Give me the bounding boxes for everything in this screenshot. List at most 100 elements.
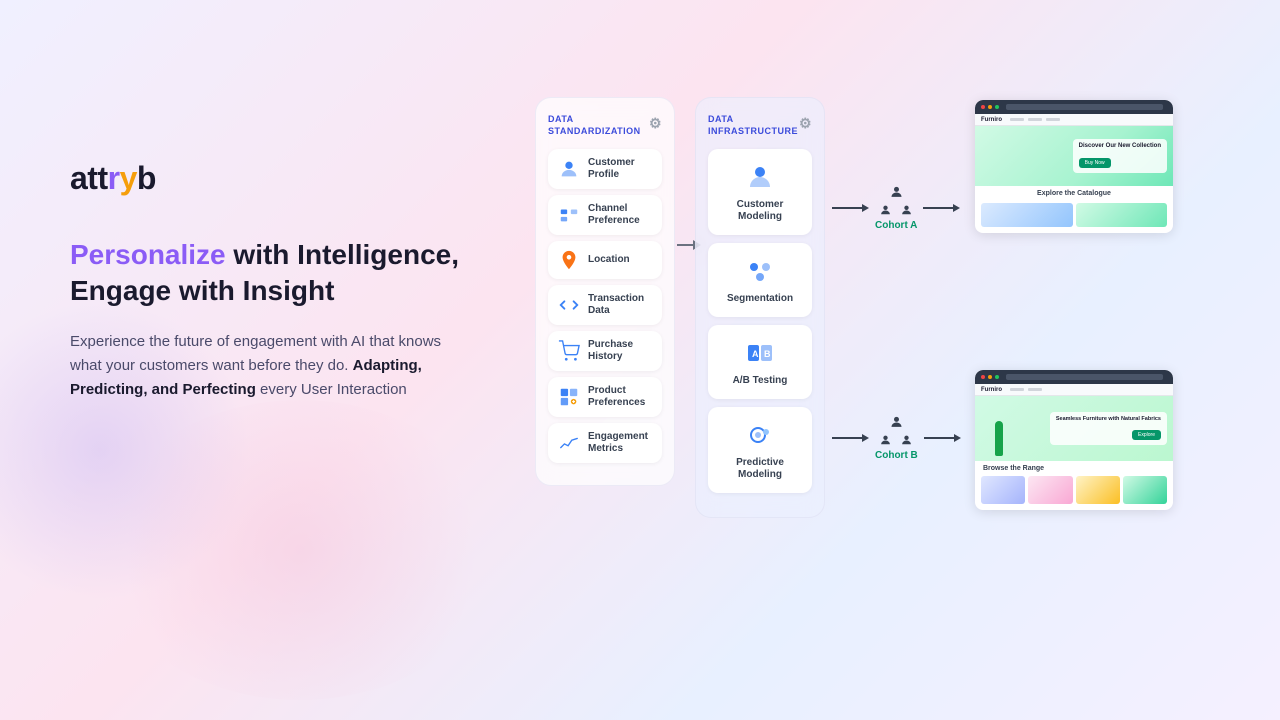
predictive-icon (744, 419, 776, 451)
main-container: attryb Personalize with Intelligence,Eng… (0, 0, 1280, 720)
catalogue-label-1: Explore the Catalogue (975, 186, 1173, 201)
cohort-a-node-2 (900, 204, 913, 217)
card-transaction-data: TransactionData (548, 285, 662, 325)
cohort-b-arrow-line (832, 437, 862, 439)
image-grid-1 (975, 201, 1173, 233)
infra-card-segmentation-label: Segmentation (727, 293, 793, 305)
transaction-icon (558, 294, 580, 316)
card-location: Location (548, 241, 662, 279)
cohort-b-node-1 (879, 434, 892, 447)
product-thumb-4 (1123, 476, 1167, 504)
hero-title-2: Seamless Furniture with Natural Fabrics (1056, 416, 1161, 423)
hero-btn-2: Explore (1132, 430, 1161, 440)
hero-title-1: Discover Our New Collection (1079, 143, 1161, 151)
standardization-title: DATA STANDARDIZATION (548, 114, 649, 137)
infrastructure-title: DATA INFRASTRUCTURE (708, 114, 799, 137)
hero-btn-1: Buy Now (1079, 158, 1111, 168)
logo-r: r (108, 160, 120, 196)
furniro-logo-1: Furniro (981, 117, 1002, 123)
hero-text-1: Discover Our New Collection Buy Now (1073, 139, 1167, 173)
svg-text:A: A (752, 349, 759, 359)
cohort-b-arrow-head-2 (954, 434, 961, 442)
card-product-preferences: ProductPreferences (548, 377, 662, 417)
card-transaction-label: TransactionData (588, 293, 644, 317)
screenshot-2: Furniro Seamless Furniture with Natural … (975, 370, 1175, 510)
cohort-b-nodes: Cohort B (875, 415, 918, 461)
infra-card-ab-testing: A B A/B Testing (708, 325, 812, 399)
nav-bar-1: Furniro (975, 114, 1173, 126)
nav-link-2b (1028, 388, 1042, 391)
modeling-icon (744, 161, 776, 193)
cohort-a-node-1 (879, 204, 892, 217)
cohort-a-label: Cohort A (875, 220, 917, 231)
cohort-a-arrow-head-2 (953, 204, 960, 212)
product-thumb-3 (1076, 476, 1120, 504)
cohort-b-top-node (889, 415, 904, 430)
description-outro: every User Interaction (256, 381, 407, 398)
infra-card-predictive-modeling: PredictiveModeling (708, 407, 812, 493)
standardization-column-box: DATA STANDARDIZATION ⚙ CustomerProfile (535, 97, 675, 486)
arrow-line-main (677, 244, 693, 246)
segmentation-icon (744, 255, 776, 287)
gear-icon-2: ⚙ (799, 114, 812, 132)
infrastructure-column-box: DATA INFRASTRUCTURE ⚙ CustomerModeling (695, 97, 825, 518)
standardization-header: DATA STANDARDIZATION ⚙ (548, 114, 662, 137)
nav-link-1a (1010, 118, 1024, 121)
logo-att: att (70, 160, 108, 196)
grid-img-1b (1076, 203, 1168, 227)
nav-links-1 (1010, 118, 1060, 121)
card-customer-profile-label: CustomerProfile (588, 157, 635, 181)
logo-b: b (137, 160, 156, 196)
dot-yellow-1 (988, 105, 992, 109)
cohort-b-arrow-line-2 (924, 437, 954, 439)
card-purchase-history-label: PurchaseHistory (588, 339, 633, 363)
nav-link-2a (1010, 388, 1024, 391)
screenshot-card-2: Furniro Seamless Furniture with Natural … (975, 370, 1173, 510)
nav-link-1c (1046, 118, 1060, 121)
screenshot-card-1: Furniro Discover Our New Collection Buy … (975, 100, 1173, 233)
hero-2: Seamless Furniture with Natural Fabrics … (975, 396, 1173, 461)
gear-icon-1: ⚙ (649, 114, 662, 132)
engagement-icon (558, 432, 580, 454)
logo-y: y (120, 160, 137, 196)
browser-bar-1 (975, 100, 1173, 114)
nav-bar-2: Furniro (975, 384, 1173, 396)
cohort-a-top-node (889, 185, 904, 200)
cohort-b-bottom-nodes (879, 434, 913, 447)
ab-icon: A B (744, 337, 776, 369)
cohort-b-arrow-head (862, 434, 869, 442)
dot-green-1 (995, 105, 999, 109)
svg-text:B: B (764, 349, 771, 359)
plant-stem (995, 421, 1003, 456)
dot-yellow-2 (988, 375, 992, 379)
cohort-a-bottom-nodes (879, 204, 913, 217)
channel-icon (558, 204, 580, 226)
card-product-preferences-label: ProductPreferences (588, 385, 645, 409)
infra-card-ab-label: A/B Testing (733, 375, 788, 387)
dot-red-2 (981, 375, 985, 379)
product-thumb-1 (981, 476, 1025, 504)
plant-visual (981, 401, 1016, 456)
card-channel-preference-label: ChannelPreference (588, 203, 640, 227)
purchase-icon (558, 340, 580, 362)
description: Experience the future of engagement with… (70, 330, 460, 402)
standardization-column: DATA STANDARDIZATION ⚙ CustomerProfile (535, 97, 675, 486)
infra-card-segmentation: Segmentation (708, 243, 812, 317)
card-customer-profile: CustomerProfile (548, 149, 662, 189)
bg-blob-2 (100, 400, 500, 700)
headline-personalize: Personalize (70, 239, 226, 270)
browser-bar-2 (975, 370, 1173, 384)
cohort-a-arrow-line (832, 207, 862, 209)
location-icon (558, 249, 580, 271)
cohort-b-label: Cohort B (875, 450, 918, 461)
card-channel-preference: ChannelPreference (548, 195, 662, 235)
cohort-b-node-2 (900, 434, 913, 447)
product-icon (558, 386, 580, 408)
hero-cta-2: Seamless Furniture with Natural Fabrics … (1050, 412, 1167, 445)
infra-card-customer-modeling: CustomerModeling (708, 149, 812, 235)
cohort-a-arrow-head (862, 204, 869, 212)
grid-img-1a (981, 203, 1073, 227)
nav-links-2 (1010, 388, 1042, 391)
cohort-a-arrow-line-2 (923, 207, 953, 209)
screenshot-1: Furniro Discover Our New Collection Buy … (975, 100, 1175, 233)
